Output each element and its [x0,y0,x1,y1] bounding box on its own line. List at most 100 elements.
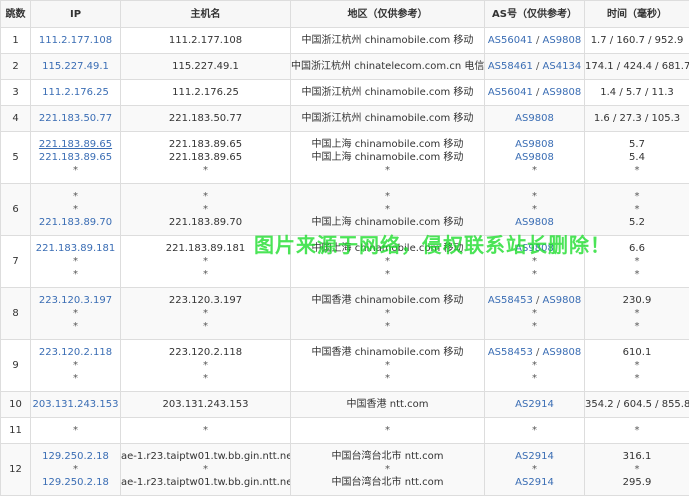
ip-cell: 221.183.89.181 * * [30,235,121,288]
host-text: ae-1.r23.taiptw01.tw.bb.gin.ntt.net [121,451,291,462]
ip-link[interactable]: 223.120.3.197 [32,294,120,307]
host-text: 223.120.2.118 [168,347,243,358]
asn-line: * [486,424,584,437]
asn-link[interactable]: AS9808 [515,113,554,124]
ip-cell: 111.2.176.25 [30,79,121,106]
time-text: 316.1 [622,451,652,462]
time-text: 5.2 [629,217,645,228]
ip-link[interactable]: 221.183.89.65 [32,151,120,164]
region-text: * [385,373,390,384]
region-text: * [385,204,390,215]
ip-empty: * [73,373,78,384]
asn-empty: * [532,269,537,280]
host-text: ae-1.r23.taiptw01.tw.bb.gin.ntt.net [121,477,291,488]
time-cell: 1.6 / 27.3 / 105.3 [584,105,689,132]
host-text: * [203,373,208,384]
asn-link[interactable]: AS9808 [543,35,582,46]
host-text: 221.183.50.77 [168,113,243,124]
asn-link[interactable]: AS2914 [515,477,554,488]
asn-cell: * [484,417,585,444]
ip-link[interactable]: 111.2.177.108 [32,34,120,47]
asn-cell: AS2914 [484,391,585,418]
host-text: 111.2.177.108 [168,35,243,46]
time-text: 1.6 / 27.3 / 105.3 [593,113,681,124]
host-cell: 203.131.243.153 [120,391,291,418]
time-text: 5.7 [629,139,645,150]
region-cell: * * 中国上海 chinamobile.com 移动 [290,183,485,236]
time-cell: 1.4 / 5.7 / 11.3 [584,79,689,106]
ip-link[interactable]: 221.183.50.77 [32,112,120,125]
host-text: * [203,321,208,332]
host-text: 203.131.243.153 [162,399,249,410]
asn-link[interactable]: AS58461 [488,61,533,72]
ip-cell: 223.120.3.197 * * [30,287,121,340]
ip-empty: * [73,464,78,475]
ip-link[interactable]: 221.183.89.65 [32,138,120,151]
region-cell: 中国台湾台北市 ntt.com * 中国台湾台北市 ntt.com [290,443,485,496]
asn-line: * [486,203,584,216]
ip-link[interactable]: 129.250.2.18 [32,450,120,463]
ip-empty: * [73,191,78,202]
asn-link[interactable]: AS56041 [488,87,533,98]
host-text: * [203,165,208,176]
asn-link[interactable]: AS9808 [515,217,554,228]
time-cell: 6.6 * * [584,235,689,288]
host-text: * [203,464,208,475]
asn-link[interactable]: AS56041 [488,35,533,46]
header-time: 时间（毫秒） [584,0,689,28]
ip-cell: 115.227.49.1 [30,53,121,80]
region-text: 中国浙江杭州 chinamobile.com 移动 [301,113,474,124]
asn-link[interactable]: AS9808 [515,139,554,150]
asn-link[interactable]: AS9808 [543,295,582,306]
region-text: 中国上海 chinamobile.com 移动 [311,139,464,150]
hop-cell: 4 [0,105,31,132]
ip-link[interactable]: 115.227.49.1 [32,60,120,73]
region-text: * [385,321,390,332]
host-text: 221.183.89.65 [168,139,243,150]
hop-cell: 10 [0,391,31,418]
asn-link[interactable]: AS9808 [515,243,554,254]
asn-line: * [486,190,584,203]
time-cell: 354.2 / 604.5 / 855.8 [584,391,689,418]
asn-line: AS56041 / AS9808 [486,86,584,99]
region-text: 中国台湾台北市 ntt.com [331,451,444,462]
ip-link[interactable]: 221.183.89.70 [32,216,120,229]
host-text: * [203,191,208,202]
asn-link[interactable]: AS9808 [515,152,554,163]
asn-empty: * [532,256,537,267]
table-row: 9 223.120.2.118 * * 223.120.2.118 * * 中国香港 chin… [0,339,689,392]
region-text: * [385,464,390,475]
asn-link[interactable]: AS2914 [515,451,554,462]
ip-empty: * [73,165,78,176]
ip-link[interactable]: 221.183.89.181 [32,242,120,255]
time-text: * [634,165,640,176]
region-text: 中国香港 chinamobile.com 移动 [311,347,464,358]
table-row: 3 111.2.176.25 111.2.176.25 中国浙江杭州 chinamob… [0,79,689,106]
host-cell: * [120,417,291,444]
ip-link[interactable]: 223.120.2.118 [32,346,120,359]
asn-link[interactable]: AS9808 [543,347,582,358]
region-text: 中国台湾台北市 ntt.com [331,477,444,488]
host-cell: 221.183.89.65 221.183.89.65 * [120,131,291,184]
asn-cell: AS9808 [484,105,585,132]
host-cell: 111.2.177.108 [120,27,291,54]
table-row: 4 221.183.50.77 221.183.50.77 中国浙江杭州 chinam… [0,105,689,132]
time-text: * [634,204,640,215]
asn-cell: AS56041 / AS9808 [484,79,585,106]
time-text: 610.1 [622,347,652,358]
region-cell: 中国浙江杭州 chinamobile.com 移动 [290,27,485,54]
region-text: 中国香港 ntt.com [346,399,429,410]
ip-cell: * * 221.183.89.70 [30,183,121,236]
asn-link[interactable]: AS2914 [515,399,554,410]
ip-link[interactable]: 129.250.2.18 [32,476,120,489]
ip-link[interactable]: 111.2.176.25 [32,86,120,99]
ip-cell: 221.183.50.77 [30,105,121,132]
asn-link[interactable]: AS58453 [488,347,533,358]
ip-link[interactable]: 203.131.243.153 [32,398,120,411]
ip-empty: * [73,425,78,436]
asn-line: * [486,320,584,333]
ip-empty: * [73,256,78,267]
asn-link[interactable]: AS9808 [543,87,582,98]
asn-link[interactable]: AS58453 [488,295,533,306]
asn-link[interactable]: AS4134 [543,61,582,72]
